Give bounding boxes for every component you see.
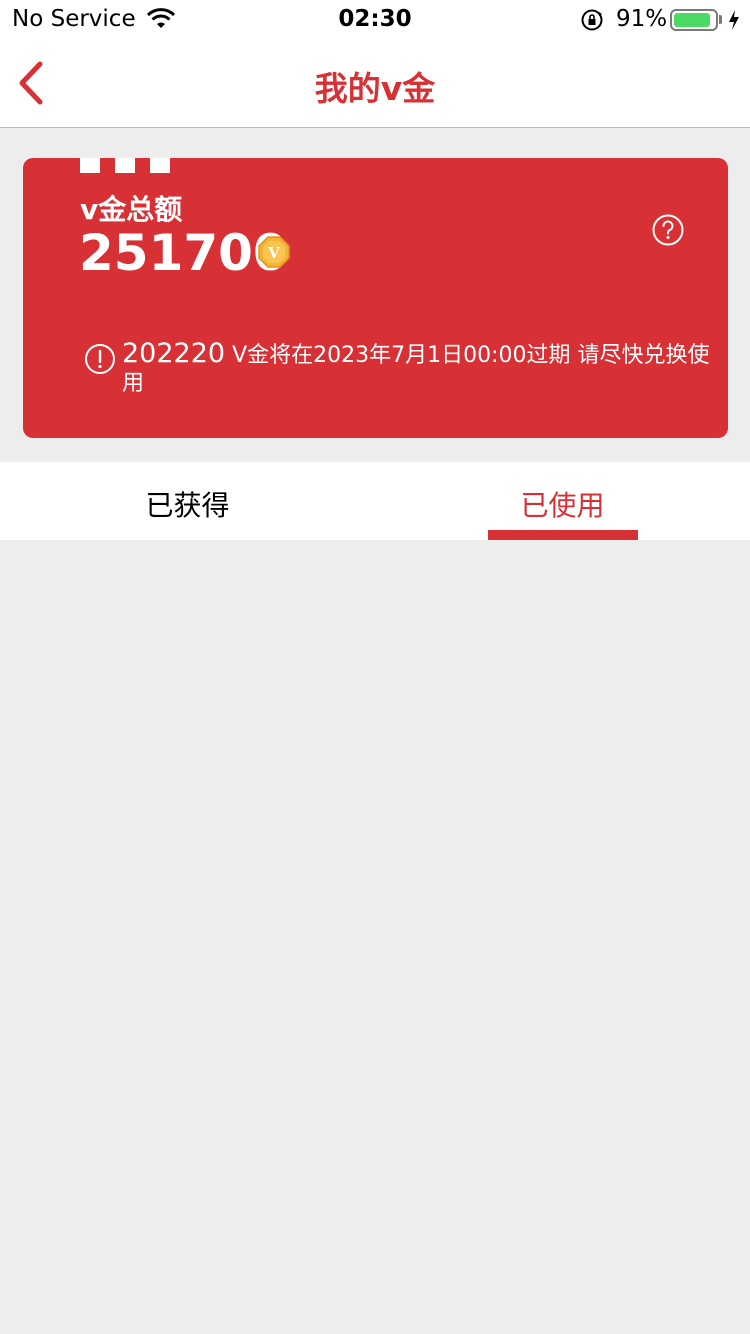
battery-cap bbox=[719, 15, 722, 24]
svg-text:V: V bbox=[267, 244, 280, 262]
card-decoration bbox=[115, 158, 135, 173]
balance-card: v金总额 251700 V 202220 V金将在2023年7月1日00:00过… bbox=[23, 158, 728, 438]
status-bar: No Service 02:30 91% bbox=[0, 0, 750, 40]
card-decoration bbox=[80, 158, 100, 173]
question-circle-icon[interactable] bbox=[651, 213, 685, 247]
page-title: 我的v金 bbox=[314, 69, 436, 108]
exclamation-circle-icon bbox=[85, 344, 115, 374]
expiring-amount: 202220 bbox=[122, 338, 226, 369]
charging-icon bbox=[729, 10, 739, 30]
tab-bar: 已获得 已使用 bbox=[0, 462, 750, 540]
expiry-notice: 202220 V金将在2023年7月1日00:00过期 请尽快兑换使用 bbox=[122, 340, 712, 398]
tab-used[interactable]: 已使用 bbox=[375, 462, 750, 540]
tab-earned-label: 已获得 bbox=[145, 489, 230, 522]
balance-label: v金总额 bbox=[80, 193, 183, 226]
active-tab-indicator bbox=[488, 530, 638, 540]
balance-amount: 251700 bbox=[79, 224, 288, 282]
tab-earned[interactable]: 已获得 bbox=[0, 462, 375, 540]
records-list bbox=[0, 540, 750, 1334]
battery-level bbox=[674, 13, 711, 27]
nav-bar: 我的v金 bbox=[0, 40, 750, 128]
battery-percent: 91% bbox=[616, 6, 668, 32]
orientation-lock-icon bbox=[581, 9, 603, 31]
battery-icon bbox=[670, 9, 718, 31]
v-coin-icon: V bbox=[258, 236, 290, 268]
tab-used-label: 已使用 bbox=[520, 489, 605, 522]
card-decoration bbox=[150, 158, 170, 173]
